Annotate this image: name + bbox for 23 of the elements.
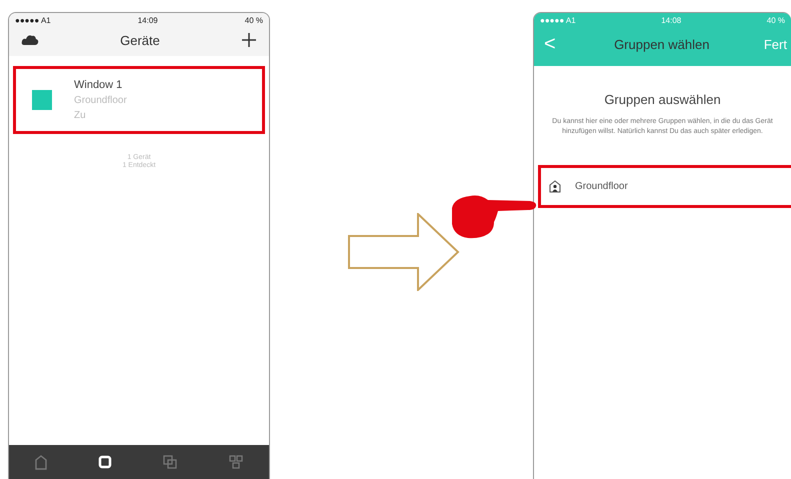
device-group: Groundfloor xyxy=(74,95,127,106)
house-icon xyxy=(34,454,48,470)
grid-icon xyxy=(228,454,244,470)
screen-title: Gruppen wählen xyxy=(614,36,710,52)
time-text: 14:09 xyxy=(138,16,158,25)
add-icon[interactable] xyxy=(241,32,257,48)
device-name: Window 1 xyxy=(74,79,124,91)
group-name: Groundfloor xyxy=(574,180,628,192)
screen-title: Geräte xyxy=(120,32,160,48)
battery-text: 40 % xyxy=(244,16,263,25)
device-state: Zu xyxy=(74,110,87,121)
carrier-text: ●●●●● A1 xyxy=(540,16,576,25)
section-heading: Gruppen auswählen xyxy=(604,92,721,107)
group-row[interactable]: Groundfloor xyxy=(538,164,791,208)
carrier-text: ●●●●● A1 xyxy=(15,16,51,25)
house-user-icon xyxy=(548,180,561,193)
pointing-hand-icon xyxy=(450,194,538,240)
cloud-icon[interactable] xyxy=(21,34,39,46)
battery-text: 40 % xyxy=(766,16,785,25)
overlapping-squares-icon xyxy=(162,454,178,470)
time-text: 14:08 xyxy=(661,16,682,25)
square-icon xyxy=(98,455,112,469)
device-row[interactable]: Window 1 Groundfloor Zu xyxy=(13,66,265,134)
